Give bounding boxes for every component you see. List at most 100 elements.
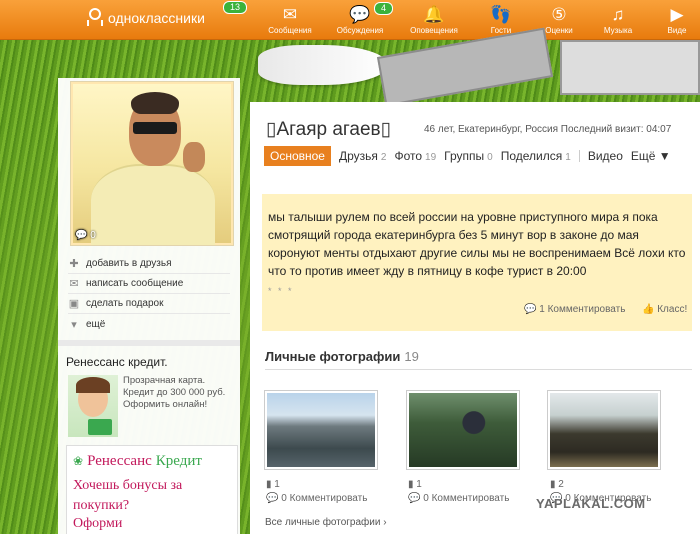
- ok-logo-icon: [86, 8, 102, 28]
- banner-cta[interactable]: Оформи: [73, 516, 122, 532]
- tab-groups[interactable]: Группы 0: [444, 149, 493, 163]
- avatar-comment-number: 0: [90, 230, 96, 241]
- section-count: 19: [404, 349, 419, 364]
- music-note-icon: ♫: [611, 5, 625, 24]
- nav-video[interactable]: ▶ Виде: [654, 0, 700, 40]
- send-message-button[interactable]: ✉ написать сообщение: [68, 274, 230, 294]
- renaissance-logo: ❀ Ренессанс Кредит: [73, 453, 202, 470]
- status-like-label: Класс!: [657, 304, 688, 315]
- shuttlecock-decoration: [258, 45, 388, 85]
- nav-label: Музыка: [603, 26, 633, 35]
- ad-text[interactable]: Прозрачная карта. Кредит до 300 000 руб.…: [123, 375, 237, 411]
- top-navigation-bar: одноклассники 13 ✉ Сообщения 💬 Обсуждени…: [0, 0, 700, 40]
- photo-thumbnail[interactable]: [264, 390, 378, 470]
- ad-image[interactable]: [68, 375, 118, 437]
- photo-like-count: 2: [558, 479, 564, 490]
- tab-label: Поделился: [500, 149, 563, 163]
- nav-messages[interactable]: ✉ Сообщения: [262, 0, 318, 40]
- banner-ad[interactable]: ❀ Ренессанс Кредит Хочешь бонусы за поку…: [66, 445, 238, 534]
- status-like-button[interactable]: 👍 Класс!: [642, 304, 687, 315]
- tab-label: Группы: [444, 149, 485, 163]
- photo-likes[interactable]: ▮ 1: [266, 479, 280, 490]
- comment-icon: 💬: [266, 493, 279, 504]
- nav-label: Обсуждения: [336, 26, 384, 35]
- cassette-decoration-2: [560, 40, 700, 95]
- avatar-sunglasses: [133, 122, 177, 134]
- photo-thumbnail[interactable]: [547, 390, 661, 470]
- nav-label: Оценки: [545, 26, 573, 35]
- video-icon: ▶: [670, 5, 684, 24]
- tab-count: 0: [487, 152, 493, 163]
- photo-thumbnail[interactable]: [406, 390, 520, 470]
- photo-comment-link[interactable]: 💬 0 Комментировать: [408, 493, 509, 504]
- tab-label: Ещё ▼: [630, 149, 671, 163]
- comment-icon: 💬: [408, 493, 421, 504]
- avatar-hand: [183, 142, 205, 172]
- gift-icon: ▣: [68, 298, 80, 310]
- avatar-hair: [131, 92, 179, 114]
- envelope-icon: ✉: [282, 5, 298, 24]
- ad-title[interactable]: Ренессанс кредит.: [66, 355, 168, 369]
- envelope-icon: ✉: [69, 278, 79, 290]
- tab-more[interactable]: Ещё ▼: [631, 149, 671, 163]
- action-label: написать сообщение: [86, 278, 184, 289]
- left-separator: [58, 340, 240, 346]
- nav-music[interactable]: ♫ Музыка: [590, 0, 646, 40]
- profile-actions: ✚ добавить в друзья ✉ написать сообщение…: [68, 254, 230, 334]
- profile-avatar[interactable]: 💬 0: [70, 81, 234, 246]
- status-dots: * * *: [268, 286, 294, 296]
- nav-label: Виде: [667, 26, 687, 35]
- tab-divider: [578, 150, 580, 162]
- send-gift-button[interactable]: ▣ сделать подарок: [68, 294, 230, 314]
- nav-notifications[interactable]: 🔔 Оповещения: [406, 0, 462, 40]
- footprints-icon: 👣: [490, 5, 512, 24]
- profile-name: ▯Агаяр агаев▯: [266, 119, 392, 140]
- site-logo[interactable]: одноклассники: [86, 8, 205, 28]
- add-friend-button[interactable]: ✚ добавить в друзья: [68, 254, 230, 274]
- like-icon: ▮: [266, 479, 272, 490]
- all-photos-link[interactable]: Все личные фотографии ›: [265, 517, 387, 528]
- avatar-shirt: [91, 164, 215, 245]
- photo-image: [550, 393, 658, 467]
- photo-comment-label: 0 Комментировать: [423, 493, 510, 504]
- tab-shared[interactable]: Поделился 1: [501, 149, 571, 163]
- photo-image: [409, 393, 517, 467]
- photo-comment-label: 0 Комментировать: [281, 493, 368, 504]
- logo-word-1: Ренессанс: [87, 453, 152, 469]
- flower-logo-icon: ❀: [73, 454, 84, 468]
- action-label: сделать подарок: [86, 298, 164, 309]
- tab-label: Основное: [270, 149, 325, 163]
- profile-meta: 46 лет, Екатеринбург, Россия Последний в…: [424, 124, 672, 135]
- section-divider: [265, 369, 692, 370]
- status-comment-label: 1 Комментировать: [539, 304, 626, 315]
- status-comment-link[interactable]: 💬 1 Комментировать: [524, 304, 625, 315]
- logo-text: одноклассники: [108, 10, 205, 26]
- action-label: ещё: [86, 318, 106, 330]
- avatar-image: [73, 84, 231, 245]
- tab-friends[interactable]: Друзья 2: [339, 149, 386, 163]
- tab-video[interactable]: Видео: [588, 149, 623, 163]
- photo-like-count: 1: [416, 479, 422, 490]
- plus-icon: ✚: [69, 258, 79, 270]
- tab-photos[interactable]: Фото 19: [394, 149, 436, 163]
- tab-count: 19: [425, 152, 437, 163]
- like-icon: ▮: [550, 479, 556, 490]
- photo-likes[interactable]: ▮ 2: [550, 479, 564, 490]
- avatar-comment-count[interactable]: 💬 0: [75, 230, 96, 241]
- chevron-down-icon: ▾: [71, 318, 77, 331]
- status-text: мы талыши рулем по всей россии на уровне…: [268, 210, 686, 278]
- photo-image: [267, 393, 375, 467]
- photo-likes[interactable]: ▮ 1: [408, 479, 422, 490]
- tab-count: 2: [380, 152, 387, 163]
- personal-photos-heading[interactable]: Личные фотографии 19: [265, 349, 419, 364]
- banner-headline: Хочешь бонусы за покупки?: [73, 478, 183, 513]
- bell-icon: 🔔: [423, 5, 445, 24]
- five-rating-icon: ⑤: [551, 5, 567, 24]
- nav-label: Оповещения: [410, 26, 458, 35]
- discussions-badge: 4: [374, 2, 394, 15]
- tab-main[interactable]: Основное: [264, 146, 331, 166]
- logo-notification-badge: 13: [223, 1, 248, 14]
- more-actions-button[interactable]: ▾ ещё: [68, 314, 230, 334]
- photo-comment-link[interactable]: 💬 0 Комментировать: [266, 493, 367, 504]
- tab-label: Фото: [394, 149, 423, 163]
